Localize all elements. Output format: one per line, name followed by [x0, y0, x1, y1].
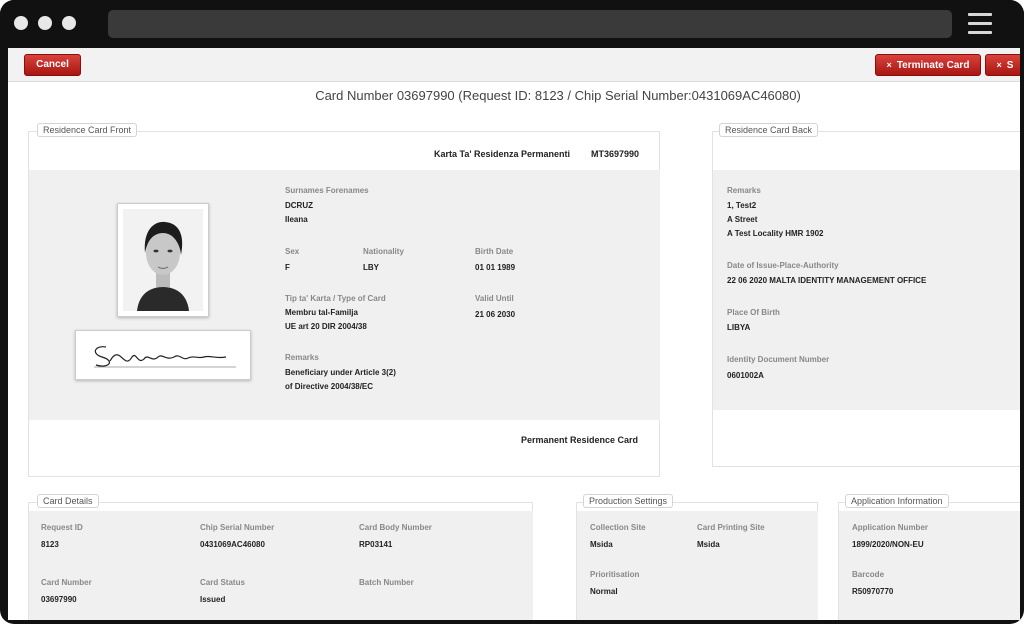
cancel-button[interactable]: Cancel: [24, 54, 81, 76]
terminate-card-label: Terminate Card: [896, 60, 970, 71]
hamburger-menu-icon[interactable]: [968, 13, 992, 35]
back-remarks-label: Remarks: [727, 186, 761, 195]
sex-value: F: [285, 263, 290, 272]
page-title: Card Number 03697990 (Request ID: 8123 /…: [315, 88, 801, 103]
barcode-value: R50970770: [852, 587, 894, 596]
forename-value: Ileana: [285, 215, 308, 224]
application-number-label: Application Number: [852, 523, 929, 532]
barcode-label: Barcode: [852, 570, 885, 579]
batch-number-label: Batch Number: [359, 578, 414, 587]
browser-window: Cancel × Terminate Card × S Card Number 03…: [0, 0, 1024, 624]
card-type-line1: Membru tal-Familja: [285, 308, 358, 317]
panel-legend: Application Information: [845, 494, 949, 508]
card-details-panel: Card Details Request ID 8123 Chip Serial…: [28, 494, 533, 620]
front-remarks-label: Remarks: [285, 353, 319, 362]
panel-legend: Card Details: [37, 494, 99, 508]
nationality-label: Nationality: [363, 247, 404, 256]
production-settings-panel: Production Settings Collection Site Msid…: [576, 494, 818, 620]
back-remarks-line2: A Street: [727, 215, 758, 224]
prioritisation-label: Prioritisation: [590, 570, 640, 579]
card-header-name: Karta Ta' Residenza Permanenti: [434, 149, 571, 159]
chip-serial-value: 0431069AC46080: [200, 540, 265, 549]
application-information-panel: Application Information Application Numb…: [838, 494, 1020, 620]
address-bar[interactable]: [108, 10, 952, 38]
identity-document-value: 0601002A: [727, 371, 764, 380]
signature-image: [94, 346, 236, 368]
valid-until-value: 21 06 2030: [475, 310, 516, 319]
window-minimize-dot[interactable]: [38, 16, 52, 30]
production-settings-body: Collection Site Msida Card Printing Site…: [577, 511, 818, 620]
application-number-value: 1899/2020/NON-EU: [852, 540, 924, 549]
chip-serial-label: Chip Serial Number: [200, 523, 275, 532]
surname-value: DCRUZ: [285, 201, 313, 210]
second-action-label: S: [1006, 60, 1014, 71]
collection-site-label: Collection Site: [590, 523, 646, 532]
card-body-number-value: RP03141: [359, 540, 393, 549]
panel-legend: Production Settings: [583, 494, 674, 508]
printing-site-value: Msida: [697, 540, 720, 549]
request-id-value: 8123: [41, 540, 59, 549]
panel-legend: Residence Card Front: [37, 123, 138, 137]
back-remarks-line1: 1, Test2: [727, 201, 757, 210]
birth-date-value: 01 01 1989: [475, 263, 516, 272]
portrait-image: [123, 209, 203, 311]
holder-photo: [117, 203, 209, 317]
window-close-dot[interactable]: [14, 16, 28, 30]
surnames-label: Surnames Forenames: [285, 186, 369, 195]
place-of-birth-label: Place Of Birth: [727, 308, 780, 317]
application-information-body: Application Number 1899/2020/NON-EU Barc…: [839, 511, 1020, 620]
second-action-button[interactable]: × S: [985, 54, 1020, 76]
card-number-label: Card Number: [41, 578, 92, 587]
card-type-label: Tip ta' Karta / Type of Card: [285, 294, 386, 303]
issue-authority-label: Date of Issue-Place-Authority: [727, 261, 839, 270]
card-number-value: 03697990: [41, 595, 77, 604]
front-remarks-line1: Beneficiary under Article 3(2): [285, 368, 396, 377]
action-toolbar: Cancel × Terminate Card × S: [8, 48, 1020, 82]
panel-legend: Residence Card Back: [719, 123, 819, 137]
request-id-label: Request ID: [41, 523, 83, 532]
valid-until-label: Valid Until: [475, 294, 514, 303]
card-status-label: Card Status: [200, 578, 245, 587]
card-details-body: Request ID 8123 Chip Serial Number 04310…: [29, 511, 533, 620]
card-body-number-label: Card Body Number: [359, 523, 432, 532]
card-footer-text: Permanent Residence Card: [521, 435, 639, 445]
browser-titlebar: [0, 0, 1024, 48]
close-icon: ×: [886, 60, 892, 70]
residence-card-front-panel: Residence Card Front Karta Ta' Residenza…: [28, 123, 660, 477]
front-remarks-line2: of Directive 2004/38/EC: [285, 382, 374, 391]
prioritisation-value: Normal: [590, 587, 618, 596]
birth-date-label: Birth Date: [475, 247, 514, 256]
card-header-code: MT3697990: [591, 149, 640, 159]
card-back-body: Remarks 1, Test2 A Street A Test Localit…: [713, 170, 1020, 410]
residence-card-back-panel: Residence Card Back Remarks 1, Test2 A S…: [712, 123, 1020, 467]
back-remarks-line3: A Test Locality HMR 1902: [727, 229, 824, 238]
card-front-body: Surnames Forenames DCRUZ Ileana Sex F Na…: [29, 170, 660, 420]
card-type-line2: UE art 20 DIR 2004/38: [285, 322, 367, 331]
sex-label: Sex: [285, 247, 300, 256]
terminate-card-button[interactable]: × Terminate Card: [875, 54, 981, 76]
printing-site-label: Card Printing Site: [697, 523, 765, 532]
card-status-value: Issued: [200, 595, 226, 604]
page-viewport: Cancel × Terminate Card × S Card Number 03…: [8, 48, 1020, 620]
holder-signature: [75, 330, 251, 380]
issue-authority-value: 22 06 2020 MALTA IDENTITY MANAGEMENT OFF…: [727, 276, 927, 285]
nationality-value: LBY: [363, 263, 379, 272]
collection-site-value: Msida: [590, 540, 613, 549]
window-maximize-dot[interactable]: [62, 16, 76, 30]
place-of-birth-value: LIBYA: [727, 323, 751, 332]
identity-document-label: Identity Document Number: [727, 355, 830, 364]
close-icon: ×: [996, 60, 1002, 70]
